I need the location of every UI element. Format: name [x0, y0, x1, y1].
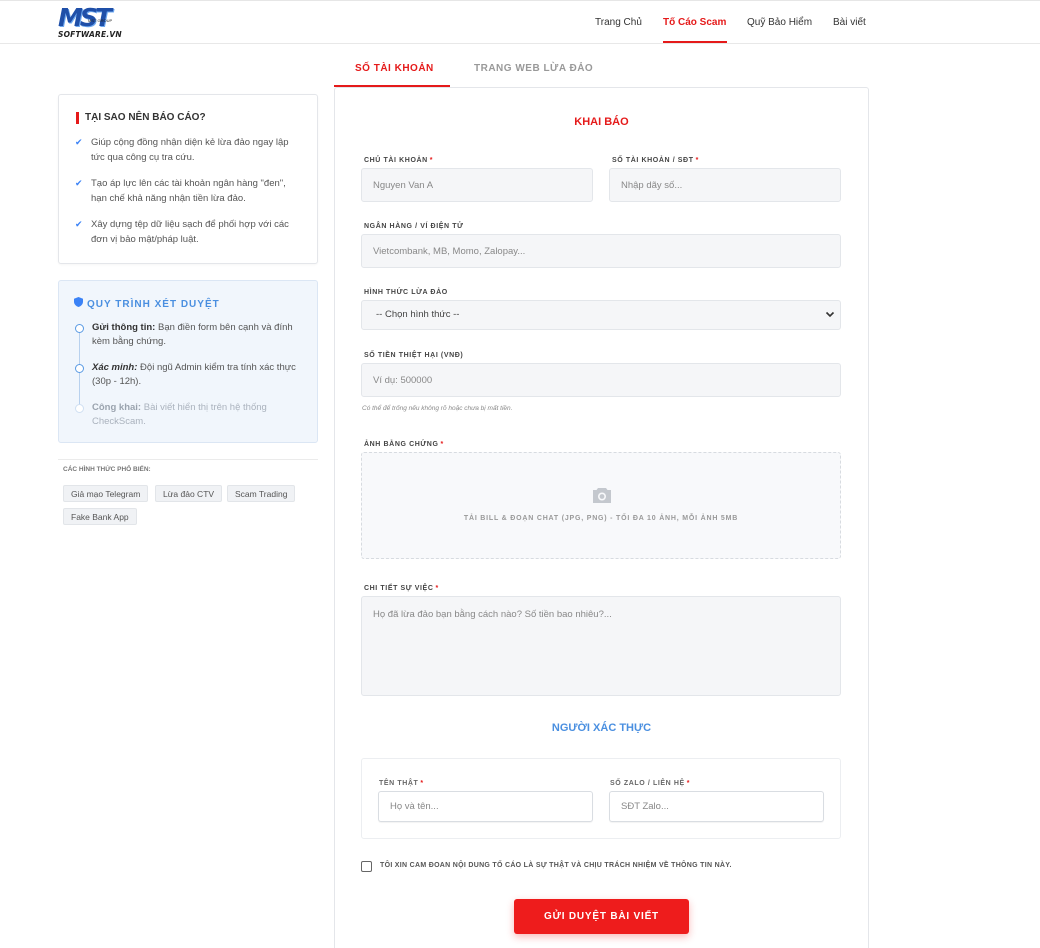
- nav-articles[interactable]: Bài viết: [833, 17, 866, 28]
- owner-label-text: CHỦ TÀI KHOẢN: [364, 157, 428, 164]
- why-report-panel: TẠI SAO NÊN BÁO CÁO? ✔︎ Giúp cộng đồng n…: [58, 94, 318, 264]
- common-types-label: CÁC HÌNH THỨC PHỔ BIẾN:: [63, 466, 151, 473]
- process-step: Gửi thông tin: Bạn điền form bên cạnh và…: [92, 321, 307, 349]
- required-mark: *: [420, 780, 424, 787]
- form-title: KHAI BÁO: [574, 116, 629, 128]
- logo-subtitle: SOFTWARE.VN: [58, 30, 122, 39]
- chevron-down-icon: [825, 301, 835, 341]
- shield-icon: [74, 297, 84, 309]
- tag-trading[interactable]: Scam Trading: [227, 485, 296, 502]
- site-logo[interactable]: MST MST GROUP SOFTWARE.VN: [58, 3, 122, 39]
- review-process-panel: QUY TRÌNH XÉT DUYỆT Gửi thông tin: Bạn đ…: [58, 280, 318, 443]
- timeline-dot: [75, 324, 84, 333]
- scam-type-label: HÌNH THỨC LỪA ĐẢO: [364, 289, 448, 296]
- reason-text: Giúp cộng đồng nhận diện kẻ lừa đảo ngay…: [91, 137, 289, 163]
- nav-insurance-fund[interactable]: Quỹ Bảo Hiểm: [747, 17, 812, 28]
- site-header: MST MST GROUP SOFTWARE.VN Trang Chủ Tố C…: [0, 1, 1040, 44]
- double-check-icon: ✔︎: [75, 137, 83, 147]
- reason-text: Xây dựng tệp dữ liệu sạch để phối hợp vớ…: [91, 219, 289, 245]
- realname-label-text: TÊN THẬT: [379, 780, 419, 787]
- review-process-title-text: QUY TRÌNH XÉT DUYỆT: [87, 299, 220, 310]
- evidence-label-text: ẢNH BẰNG CHỨNG: [364, 441, 439, 448]
- step-name: Công khai:: [92, 402, 142, 413]
- reason-item: ✔︎ Tạo áp lực lên các tài khoản ngân hàn…: [75, 176, 300, 206]
- upload-instructions: TẢI BILL & ĐOẠN CHAT (JPG, PNG) - TỐI ĐA…: [463, 515, 739, 522]
- bank-label: NGÂN HÀNG / VÍ ĐIỆN TỬ: [364, 223, 464, 230]
- owner-label: CHỦ TÀI KHOẢN *: [364, 157, 433, 164]
- submit-button[interactable]: GỬI DUYỆT BÀI VIẾT: [514, 899, 689, 934]
- step-name: Gửi thông tin:: [92, 322, 156, 333]
- scam-type-selected: -- Chọn hình thức --: [376, 309, 460, 320]
- zalo-input[interactable]: SĐT Zalo...: [609, 791, 824, 822]
- owner-input[interactable]: [361, 168, 593, 202]
- commitment-label: TÔI XIN CAM ĐOAN NỘI DUNG TỐ CÁO LÀ SỰ T…: [380, 862, 732, 869]
- tag-ctv[interactable]: Lừa đảo CTV: [155, 485, 223, 502]
- amount-hint: Có thể để trống nếu không rõ hoặc chưa b…: [362, 405, 513, 412]
- details-label-text: CHI TIẾT SỰ VIỆC: [364, 585, 434, 592]
- timeline-dot: [75, 364, 84, 373]
- required-mark: *: [695, 157, 699, 164]
- details-label: CHI TIẾT SỰ VIỆC *: [364, 585, 439, 592]
- timeline-dot: [75, 404, 84, 413]
- required-mark: *: [440, 441, 444, 448]
- account-label-text: SỐ TÀI KHOẢN / SĐT: [612, 157, 694, 164]
- required-mark: *: [686, 780, 691, 787]
- account-label: SỐ TÀI KHOẢN / SĐT *: [612, 157, 699, 164]
- double-check-icon: ✔︎: [75, 219, 83, 229]
- tag-telegram[interactable]: Giả mạo Telegram: [63, 485, 149, 502]
- process-step: Xác minh: Đội ngũ Admin kiểm tra tính xá…: [92, 361, 307, 389]
- realname-input[interactable]: Họ và tên...: [378, 791, 593, 822]
- commitment-checkbox[interactable]: [361, 861, 372, 872]
- nav-report-scam[interactable]: Tố Cáo Scam: [663, 17, 726, 28]
- camera-icon: [593, 488, 611, 503]
- tab-scam-website[interactable]: TRANG WEB LỪA ĐẢO: [474, 63, 593, 74]
- account-number-input[interactable]: [609, 168, 841, 202]
- evidence-label: ẢNH BẰNG CHỨNG *: [364, 441, 444, 448]
- nav-home[interactable]: Trang Chủ: [595, 17, 642, 28]
- evidence-upload-zone[interactable]: TẢI BILL & ĐOẠN CHAT (JPG, PNG) - TỐI ĐA…: [361, 452, 841, 559]
- why-report-title: TẠI SAO NÊN BÁO CÁO?: [76, 112, 206, 124]
- reason-item: ✔︎ Xây dựng tệp dữ liệu sạch để phối hợp…: [75, 217, 300, 247]
- sidebar-divider: [58, 459, 318, 460]
- tag-fake-bank[interactable]: Fake Bank App: [63, 508, 137, 525]
- amount-label: SỐ TIỀN THIỆT HẠI (VNĐ): [364, 352, 464, 359]
- required-mark: *: [429, 157, 434, 164]
- verifier-title: NGƯỜI XÁC THỰC: [551, 722, 652, 734]
- realname-label: TÊN THẬT *: [379, 780, 424, 787]
- reason-item: ✔︎ Giúp cộng đồng nhận diện kẻ lừa đảo n…: [75, 135, 300, 165]
- reason-text: Tạo áp lực lên các tài khoản ngân hàng "…: [91, 178, 286, 204]
- required-mark: *: [435, 585, 439, 592]
- zalo-label: SỐ ZALO / LIÊN HỆ *: [610, 780, 690, 787]
- step-name: Xác minh:: [92, 362, 138, 373]
- amount-input[interactable]: [361, 363, 841, 397]
- nav-active-indicator: [663, 41, 727, 43]
- process-step: Công khai: Bài viết hiển thị trên hệ thố…: [92, 401, 307, 429]
- double-check-icon: ✔︎: [75, 178, 83, 188]
- logo-small-text: MST GROUP: [88, 18, 113, 23]
- tab-account-number[interactable]: SỐ TÀI KHOẢN: [355, 63, 434, 74]
- zalo-label-text: SỐ ZALO / LIÊN HỆ: [610, 780, 685, 787]
- review-process-title: QUY TRÌNH XÉT DUYỆT: [74, 297, 220, 310]
- bank-input[interactable]: [361, 234, 841, 268]
- details-textarea[interactable]: Họ đã lừa đảo bạn bằng cách nào? Số tiền…: [361, 596, 841, 696]
- scam-type-select[interactable]: -- Chọn hình thức --: [361, 300, 841, 330]
